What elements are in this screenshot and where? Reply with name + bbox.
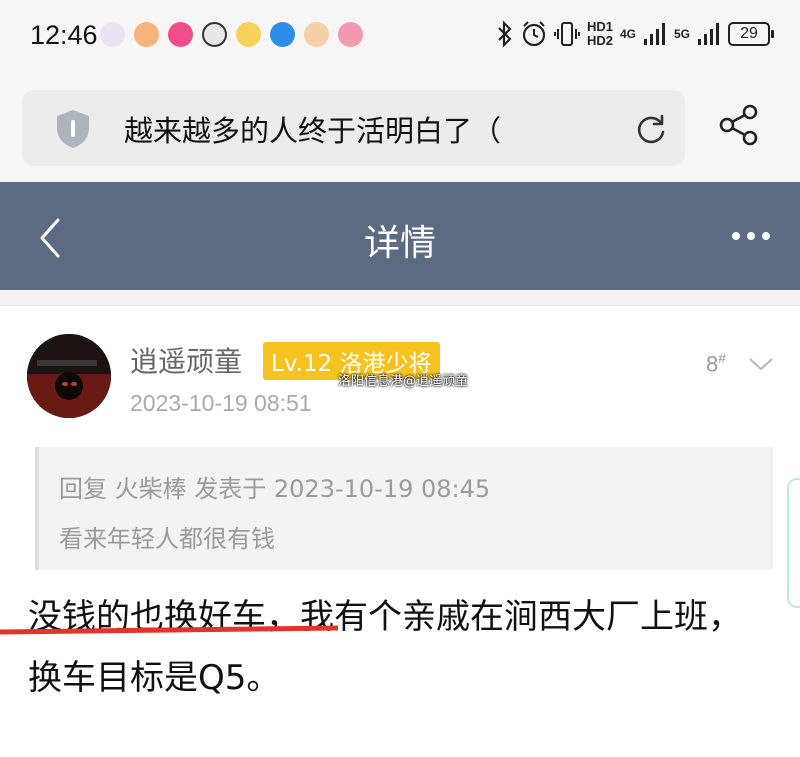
- more-dot: [747, 232, 755, 240]
- avatar[interactable]: [27, 334, 111, 418]
- app-notification-icon: [236, 22, 261, 47]
- username[interactable]: 逍遥顽童: [130, 340, 242, 380]
- battery-icon: 29: [728, 22, 774, 46]
- floor-value: 8: [706, 351, 719, 377]
- quote-body: 看来年轻人都很有钱: [59, 525, 275, 553]
- app-notification-icon: [134, 22, 159, 47]
- network-5g: 5G: [673, 26, 690, 41]
- floating-side-tab[interactable]: [787, 478, 800, 608]
- post-timestamp: 2023-10-19 08:51: [130, 390, 312, 416]
- vibrate-icon: [553, 22, 580, 46]
- quoted-reply: 回复 火柴棒 发表于 2023-10-19 08:45 看来年轻人都很有钱: [35, 447, 773, 570]
- battery-level: 29: [740, 25, 758, 42]
- network-4g: 4G: [619, 26, 636, 41]
- app-notification-icon: [338, 22, 363, 47]
- more-dot: [762, 232, 770, 240]
- app-notification-icon: [304, 22, 329, 47]
- section-divider: [0, 290, 800, 306]
- notification-icons: [100, 22, 363, 47]
- hd-indicator: HD1 HD2: [587, 20, 613, 48]
- signal-icon: [643, 23, 665, 45]
- app-notification-icon: [168, 22, 193, 47]
- more-dot: [732, 232, 740, 240]
- share-icon[interactable]: [718, 104, 760, 146]
- quote-header: 回复 火柴棒 发表于 2023-10-19 08:45: [59, 475, 491, 503]
- address-bar[interactable]: 越来越多的人终于活明白了（: [22, 90, 685, 166]
- hd2-label: HD2: [586, 33, 613, 48]
- signal-icon: [698, 23, 719, 45]
- shield-icon: [57, 110, 89, 148]
- bluetooth-icon: [498, 20, 512, 48]
- avatar-image: [27, 334, 111, 418]
- network-4g-label: 4G: [619, 26, 636, 41]
- more-icon[interactable]: [732, 232, 770, 240]
- app-notification-icon: [202, 22, 227, 47]
- status-indicators: HD1 HD2 4G 5G 29: [496, 20, 774, 48]
- page-title: 详情: [363, 223, 436, 264]
- page-title-in-address: 越来越多的人终于活明白了（: [124, 114, 502, 148]
- floor-suffix: #: [718, 350, 727, 366]
- status-time: 12:46: [30, 20, 98, 50]
- app-notification-icon: [270, 22, 295, 47]
- red-underline-mark: [0, 625, 338, 635]
- hd1-label: HD1: [586, 19, 613, 34]
- page-header: 详情: [0, 182, 800, 290]
- watermark: 洛阳信息港@逍遥顽童: [338, 374, 469, 389]
- alarm-icon: [522, 21, 546, 47]
- reload-icon[interactable]: [634, 112, 668, 146]
- chevron-down-icon[interactable]: [748, 356, 774, 372]
- app-notification-icon: [100, 22, 125, 47]
- screen: 12:46 HD1 HD2 4G 5G 29 越来越多的人终于活明白了（ 详情 …: [0, 0, 800, 757]
- browser-toolbar: 越来越多的人终于活明白了（: [0, 78, 800, 182]
- status-bar: 12:46 HD1 HD2 4G 5G 29: [0, 0, 800, 78]
- floor-number: 8#: [706, 350, 726, 377]
- network-5g-label: 5G: [673, 26, 690, 41]
- post-content: 没钱的也换好车，我有个亲戚在涧西大厂上班，换车目标是Q5。: [28, 597, 742, 698]
